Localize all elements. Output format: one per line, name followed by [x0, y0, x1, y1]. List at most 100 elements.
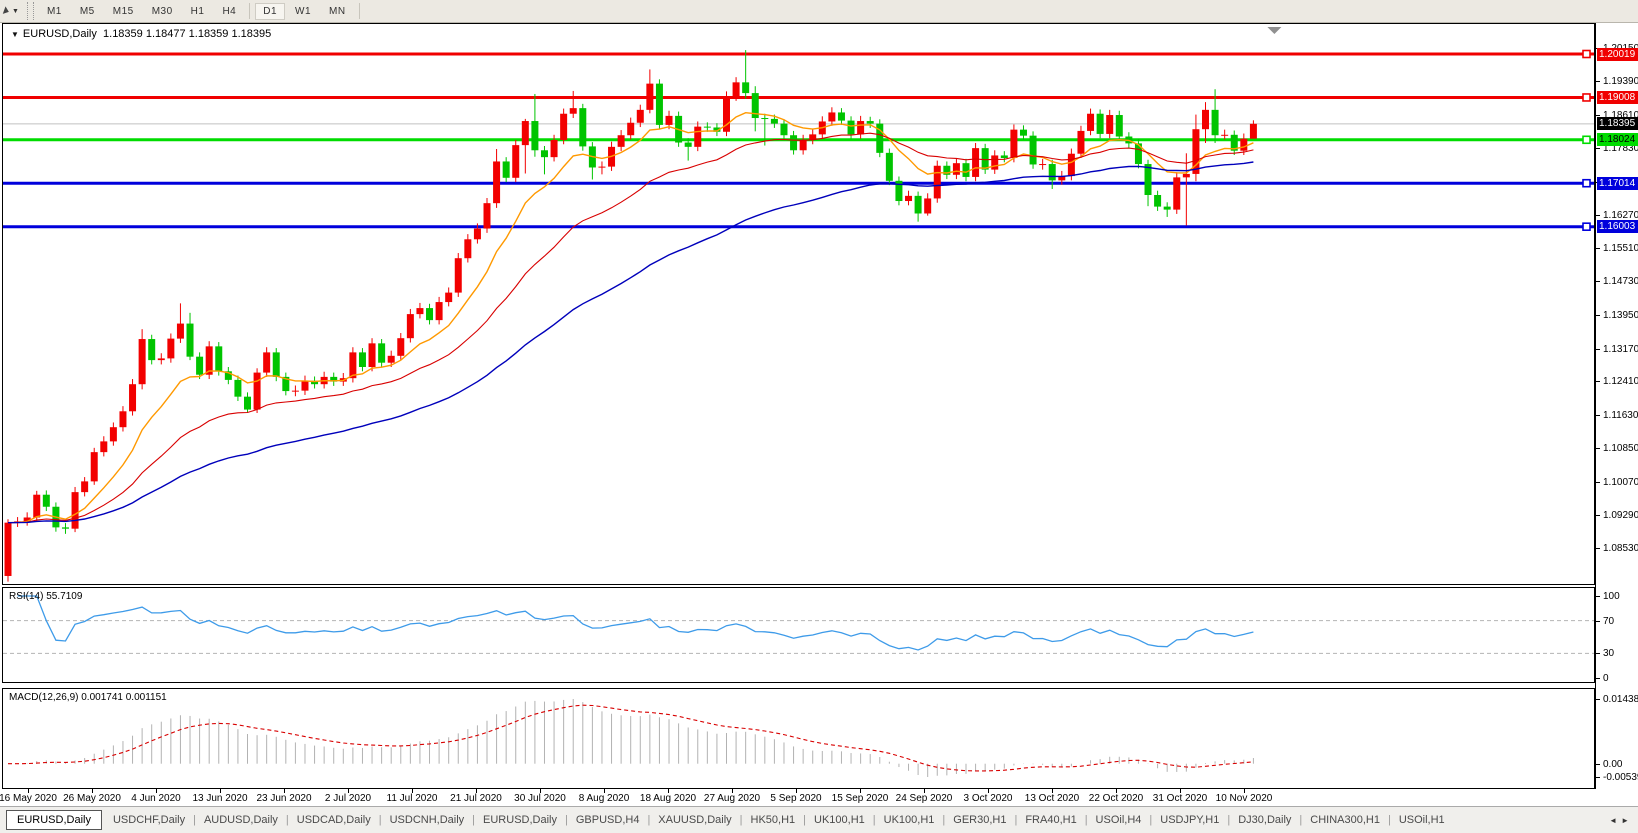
toolbar-grip[interactable] — [27, 2, 34, 20]
chart-tab-label[interactable]: GBPUSD,H4 — [569, 811, 647, 829]
toolbar-separator — [359, 3, 360, 19]
timeframe-button-h4[interactable]: H4 — [214, 3, 244, 20]
chart-tab-label[interactable]: UK100,H1 — [807, 811, 872, 829]
macd-tick-label: 0.014384 — [1603, 694, 1638, 705]
date-label: 15 Sep 2020 — [832, 793, 889, 804]
tab-separator: | — [1085, 814, 1088, 826]
tab-separator: | — [1149, 814, 1152, 826]
chart-tab-usoil-h4[interactable]: USOil,H4| — [1089, 811, 1154, 829]
price-tick-label: 1.15510 — [1603, 243, 1638, 254]
rsi-plot[interactable] — [3, 588, 1594, 682]
chart-tab-eurusd-daily[interactable]: EURUSD,Daily| — [476, 811, 569, 829]
chart-tab-label[interactable]: EURUSD,Daily — [476, 811, 564, 829]
price-tick — [1596, 281, 1600, 282]
chevron-down-icon[interactable]: ▼ — [12, 8, 19, 15]
chart-tab-label[interactable]: HK50,H1 — [744, 811, 803, 829]
rsi-indicator-pane[interactable]: RSI(14) 55.7109 — [2, 587, 1595, 683]
rsi-tick-label: 70 — [1603, 616, 1614, 627]
tab-scroll-arrows: ◄► — [1609, 816, 1633, 825]
tab-separator: | — [1014, 814, 1017, 826]
tab-separator: | — [1299, 814, 1302, 826]
chart-tab-uk100-h1[interactable]: UK100,H1| — [877, 811, 947, 829]
chart-tab-dj30-daily[interactable]: DJ30,Daily| — [1231, 811, 1303, 829]
chart-tab-label[interactable]: USDCHF,Daily — [106, 811, 192, 829]
chart-tab-usdcad-daily[interactable]: USDCAD,Daily| — [290, 811, 383, 829]
chart-tab-uk100-h1[interactable]: UK100,H1| — [807, 811, 877, 829]
chart-tab-label[interactable]: CHINA300,H1 — [1303, 811, 1387, 829]
timeframe-button-w1[interactable]: W1 — [287, 3, 319, 20]
macd-tick-label: -0.005396 — [1603, 772, 1638, 783]
chart-tab-usoil-h1[interactable]: USOil,H1 — [1392, 811, 1452, 829]
timeframe-button-m5[interactable]: M5 — [72, 3, 103, 20]
chart-tab-label[interactable]: USDJPY,H1 — [1153, 811, 1226, 829]
chart-tab-label[interactable]: XAUUSD,Daily — [651, 811, 738, 829]
tab-separator: | — [286, 814, 289, 826]
date-label: 11 Jul 2020 — [387, 793, 438, 804]
tab-separator: | — [193, 814, 196, 826]
chart-tab-label[interactable]: USDCNH,Daily — [383, 811, 472, 829]
tab-scroll-left-icon[interactable]: ◄ — [1609, 816, 1621, 825]
price-tick-label: 1.19390 — [1603, 76, 1638, 87]
date-label: 21 Jul 2020 — [450, 793, 502, 804]
candlestick-chart[interactable] — [3, 24, 1594, 584]
chart-tab-usdchf-daily[interactable]: USDCHF,Daily| — [106, 811, 197, 829]
chart-tab-label[interactable]: UK100,H1 — [877, 811, 942, 829]
timeframe-button-d1[interactable]: D1 — [255, 3, 285, 20]
tab-separator: | — [740, 814, 743, 826]
tab-separator: | — [565, 814, 568, 826]
chart-tab-china300-h1[interactable]: CHINA300,H1| — [1303, 811, 1392, 829]
cursor-tool-button[interactable]: ▼ — [0, 0, 23, 22]
rsi-tick-label: 30 — [1603, 648, 1614, 659]
timeframe-button-m15[interactable]: M15 — [105, 3, 142, 20]
main-chart-pane[interactable]: ▼EURUSD,Daily 1.18359 1.18477 1.18359 1.… — [2, 23, 1595, 585]
chart-tab-label[interactable]: GER30,H1 — [946, 811, 1013, 829]
date-label: 10 Nov 2020 — [1216, 793, 1273, 804]
chart-tab-usdcnh-daily[interactable]: USDCNH,Daily| — [383, 811, 476, 829]
chart-tab-label[interactable]: USOil,H1 — [1392, 811, 1452, 829]
chart-shift-marker-icon — [1267, 27, 1281, 34]
chart-tab-ger30-h1[interactable]: GER30,H1| — [946, 811, 1018, 829]
timeframe-button-m1[interactable]: M1 — [39, 3, 70, 20]
chart-tab-label[interactable]: EURUSD,Daily — [6, 810, 102, 830]
price-tick-label: 1.14730 — [1603, 276, 1638, 287]
chart-title: ▼EURUSD,Daily 1.18359 1.18477 1.18359 1.… — [11, 28, 271, 40]
chart-tab-label[interactable]: USOil,H4 — [1089, 811, 1149, 829]
chart-tab-eurusd-daily[interactable]: EURUSD,Daily — [6, 810, 106, 830]
date-label: 23 Jun 2020 — [256, 793, 311, 804]
chart-tab-label[interactable]: AUDUSD,Daily — [197, 811, 285, 829]
chart-tab-fra40-h1[interactable]: FRA40,H1| — [1018, 811, 1088, 829]
rsi-label: RSI(14) 55.7109 — [9, 591, 82, 602]
tab-separator: | — [472, 814, 475, 826]
chart-tab-label[interactable]: FRA40,H1 — [1018, 811, 1083, 829]
chart-tab-hk50-h1[interactable]: HK50,H1| — [744, 811, 808, 829]
chart-tab-label[interactable]: DJ30,Daily — [1231, 811, 1298, 829]
price-tick-label: 1.08530 — [1603, 543, 1638, 554]
price-axis[interactable]: 1.201501.193901.186101.178301.170501.162… — [1595, 23, 1638, 789]
date-label: 30 Jul 2020 — [514, 793, 566, 804]
macd-tick-label: 0.00 — [1603, 759, 1622, 770]
price-tick-label: 1.13170 — [1603, 344, 1638, 355]
chart-tab-gbpusd-h4[interactable]: GBPUSD,H4| — [569, 811, 651, 829]
price-level-badge: 1.16003 — [1597, 220, 1638, 233]
price-tick — [1596, 349, 1600, 350]
date-label: 5 Sep 2020 — [770, 793, 821, 804]
date-label: 24 Sep 2020 — [896, 793, 953, 804]
title-collapse-icon[interactable]: ▼ — [11, 30, 19, 39]
chart-tab-xauusd-daily[interactable]: XAUUSD,Daily| — [651, 811, 743, 829]
timeframe-button-h1[interactable]: H1 — [183, 3, 213, 20]
chart-tab-audusd-daily[interactable]: AUDUSD,Daily| — [197, 811, 290, 829]
date-axis[interactable]: 16 May 202026 May 20204 Jun 202013 Jun 2… — [0, 789, 1638, 806]
tab-scroll-right-icon[interactable]: ► — [1621, 816, 1633, 825]
tab-separator: | — [379, 814, 382, 826]
timeframe-button-mn[interactable]: MN — [321, 3, 354, 20]
price-tick — [1596, 315, 1600, 316]
cursor-tool-icon — [3, 6, 10, 15]
price-tick-label: 1.12410 — [1603, 376, 1638, 387]
chart-tab-usdjpy-h1[interactable]: USDJPY,H1| — [1153, 811, 1231, 829]
rsi-tick — [1596, 621, 1600, 622]
macd-indicator-pane[interactable]: MACD(12,26,9) 0.001741 0.001151 — [2, 688, 1595, 789]
timeframe-button-m30[interactable]: M30 — [144, 3, 181, 20]
macd-plot[interactable] — [3, 689, 1594, 788]
price-tick-label: 1.09290 — [1603, 510, 1638, 521]
chart-tab-label[interactable]: USDCAD,Daily — [290, 811, 378, 829]
